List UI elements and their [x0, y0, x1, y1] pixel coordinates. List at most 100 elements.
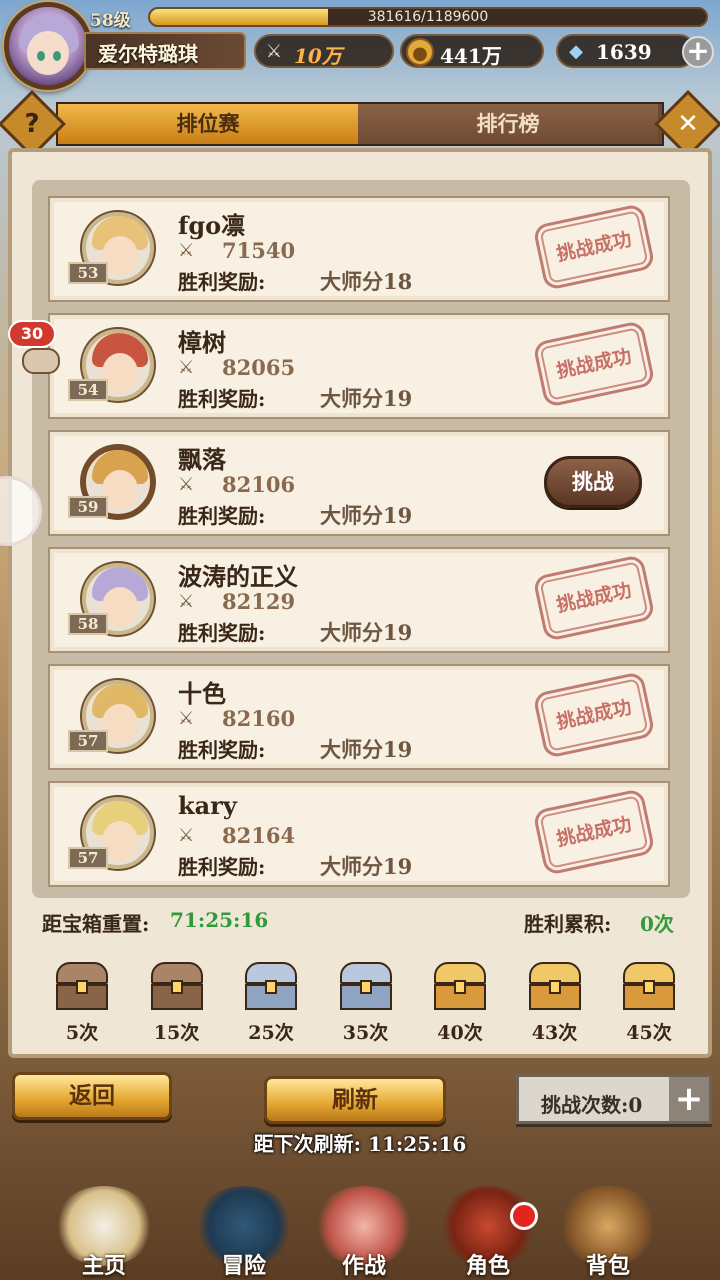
reward-label: 胜利奖励: — [178, 387, 266, 411]
challenge-success-stamp: 挑战成功 — [532, 554, 656, 642]
swords-icon: ⚔ — [178, 591, 195, 612]
reward-label: 胜利奖励: — [178, 621, 266, 645]
close-icon: ✕ — [677, 109, 699, 139]
opponent-name: kary — [178, 791, 237, 820]
opponent-power: 82065 — [222, 355, 296, 380]
nav-item[interactable]: 作战 — [304, 1176, 424, 1280]
opponent-power: 82106 — [222, 472, 296, 497]
tab-ranked[interactable]: 排位赛 — [58, 104, 358, 144]
reward-chest[interactable]: 43次 — [525, 960, 585, 1045]
reward-chest[interactable]: 45次 — [619, 960, 679, 1045]
chest-threshold: 5次 — [65, 1022, 99, 1044]
opponent-level-badge: 53 — [68, 262, 108, 284]
chat-unread-badge: 30 — [8, 320, 56, 348]
exp-text: 381616/1189600 — [367, 9, 489, 25]
opponent-list: 53 fgo凛 ⚔ 71540 胜利奖励: 大师分18 挑战成功 54 樟树 ⚔… — [32, 180, 690, 898]
chest-icon — [621, 960, 677, 1012]
chest-threshold: 40次 — [437, 1022, 483, 1044]
reward-chest[interactable]: 25次 — [241, 960, 301, 1045]
add-challenge-button[interactable]: + — [669, 1077, 709, 1121]
gem-display: ◆ 1639 — [556, 34, 696, 68]
chat-button[interactable]: 30 — [8, 320, 64, 376]
reward-label: 胜利奖励: — [178, 855, 266, 879]
back-button[interactable]: 返回 — [12, 1072, 172, 1120]
opponent-reward: 大师分19 — [320, 620, 413, 645]
exp-bar: 381616/1189600 — [148, 7, 708, 27]
challenge-success-stamp: 挑战成功 — [532, 788, 656, 876]
swords-icon: ⚔ — [178, 357, 195, 378]
challenge-success-stamp: 挑战成功 — [532, 671, 656, 759]
character-notification-dot — [510, 1202, 538, 1230]
swords-icon: ⚔ — [178, 474, 195, 495]
player-avatar[interactable] — [4, 2, 92, 90]
player-name-plate: 爱尔特璐琪 — [84, 32, 246, 70]
gold-display: ● 441万 — [400, 34, 544, 68]
swords-icon: ⚔ — [178, 240, 195, 261]
nav-item[interactable]: 主页 — [44, 1176, 164, 1280]
opponent-level-badge: 59 — [68, 496, 108, 518]
opponent-name: fgo凛 — [178, 211, 246, 240]
chest-threshold: 25次 — [248, 1022, 294, 1044]
challenge-success-stamp: 挑战成功 — [532, 203, 656, 291]
opponent-name: 飘落 — [178, 445, 226, 474]
chat-icon — [22, 348, 60, 374]
chest-icon — [54, 960, 110, 1012]
chest-threshold: 45次 — [626, 1022, 672, 1044]
coin-icon: ● — [406, 38, 434, 66]
reward-chest[interactable]: 40次 — [430, 960, 490, 1045]
nav-label: 作战 — [341, 1253, 386, 1279]
opponent-power: 82129 — [222, 589, 296, 614]
reward-chest[interactable]: 15次 — [147, 960, 207, 1045]
refresh-countdown: 距下次刷新: 11:25:16 — [253, 1132, 467, 1156]
reward-label: 胜利奖励: — [178, 738, 266, 762]
opponent-reward: 大师分18 — [320, 269, 413, 294]
nav-item[interactable]: 冒险 — [184, 1176, 304, 1280]
challenge-count-box: 挑战次数:0 + — [516, 1074, 712, 1124]
opponent-name: 十色 — [178, 679, 226, 708]
opponent-power: 82160 — [222, 706, 296, 731]
help-icon: ? — [24, 109, 40, 139]
tab-bar: 排位赛 排行榜 ? ✕ — [0, 90, 720, 158]
opponent-row: 59 飘落 ⚔ 82106 胜利奖励: 大师分19 挑战 — [48, 430, 670, 536]
nav-item[interactable]: 背包 — [548, 1176, 668, 1280]
opponent-row: 57 kary ⚔ 82164 胜利奖励: 大师分19 挑战成功 — [48, 781, 670, 887]
reward-chest[interactable]: 5次 — [52, 960, 112, 1045]
player-name: 爱尔特璐琪 — [98, 42, 198, 66]
power-value: 10万 — [294, 44, 342, 68]
swords-icon: ⚔ — [265, 41, 283, 62]
opponent-level-badge: 54 — [68, 379, 108, 401]
challenge-button[interactable]: 挑战 — [544, 456, 642, 508]
chest-reset-label: 距宝箱重置: — [42, 912, 150, 936]
opponent-row: 57 十色 ⚔ 82160 胜利奖励: 大师分19 挑战成功 — [48, 664, 670, 770]
challenge-count-text: 挑战次数:0 — [541, 1093, 643, 1117]
opponent-name: 樟树 — [178, 328, 226, 357]
chest-threshold: 43次 — [531, 1022, 578, 1044]
opponent-level-badge: 57 — [68, 847, 108, 869]
chest-threshold: 15次 — [153, 1022, 200, 1044]
add-gems-button[interactable]: + — [682, 36, 714, 68]
chest-icon — [338, 960, 394, 1012]
nav-label: 背包 — [585, 1253, 630, 1279]
nav-label: 主页 — [81, 1253, 126, 1279]
swords-icon: ⚔ — [178, 825, 195, 846]
top-bar: 58级 381616/1189600 爱尔特璐琪 ⚔ 10万 ● 441万 ◆ … — [0, 0, 720, 100]
gem-value: 1639 — [596, 40, 652, 64]
reward-chest[interactable]: 35次 — [336, 960, 396, 1045]
refresh-button[interactable]: 刷新 — [264, 1076, 446, 1124]
opponent-power: 71540 — [222, 238, 296, 263]
opponent-level-badge: 58 — [68, 613, 108, 635]
tab-leaderboard[interactable]: 排行榜 — [358, 104, 658, 144]
reward-label: 胜利奖励: — [178, 270, 266, 294]
gem-icon: ◆ — [569, 41, 583, 62]
opponent-reward: 大师分19 — [320, 737, 413, 762]
reward-label: 胜利奖励: — [178, 504, 266, 528]
chest-icon — [243, 960, 299, 1012]
opponent-row: 53 fgo凛 ⚔ 71540 胜利奖励: 大师分18 挑战成功 — [48, 196, 670, 302]
opponent-row: 58 波涛的正义 ⚔ 82129 胜利奖励: 大师分19 挑战成功 — [48, 547, 670, 653]
power-display: ⚔ 10万 — [254, 34, 394, 68]
chest-icon — [527, 960, 583, 1012]
opponent-power: 82164 — [222, 823, 296, 848]
opponent-reward: 大师分19 — [320, 854, 413, 879]
challenge-success-stamp: 挑战成功 — [532, 320, 656, 408]
swords-icon: ⚔ — [178, 708, 195, 729]
